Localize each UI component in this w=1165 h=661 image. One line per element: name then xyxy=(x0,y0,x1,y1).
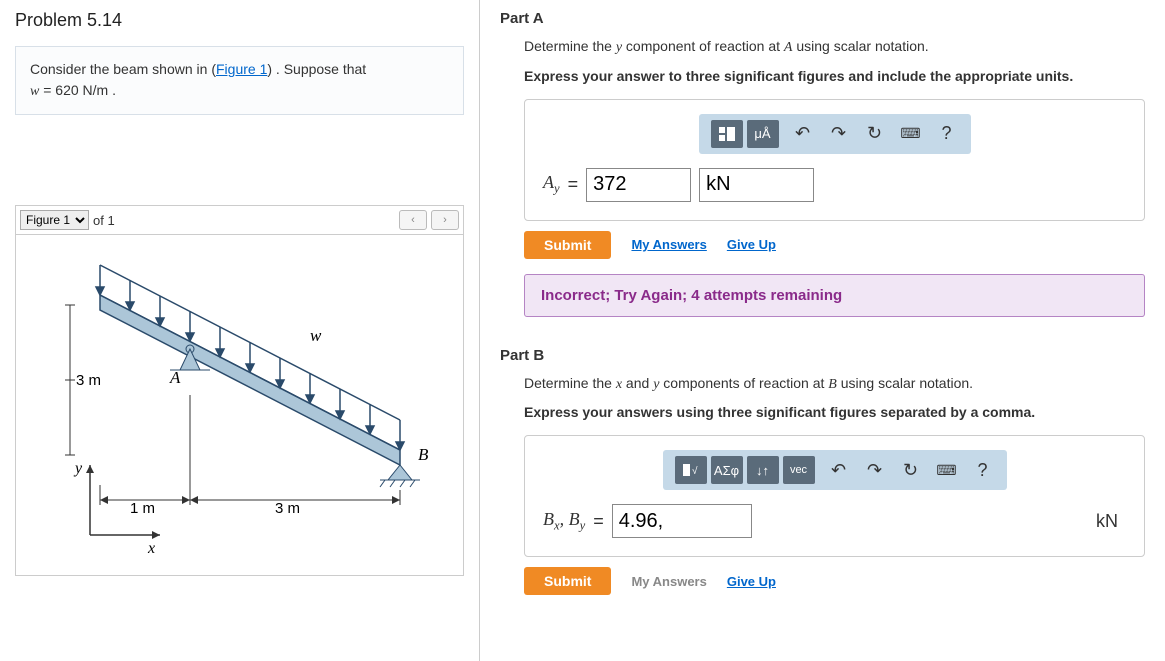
part-a-answer-box: μÅ ↶ ↷ ↻ ⌨ ? Ay = xyxy=(524,99,1145,221)
templates-icon[interactable] xyxy=(711,120,743,148)
part-a-my-answers-link[interactable]: My Answers xyxy=(631,237,706,252)
templates-icon[interactable]: √ xyxy=(675,456,707,484)
part-b-title: Part B xyxy=(500,347,1145,364)
load-label: w xyxy=(310,326,322,345)
part-a-title: Part A xyxy=(500,10,1145,27)
beam-diagram: y x 3 m xyxy=(40,255,440,555)
figure-header: Figure 1 of 1 ‹ › xyxy=(16,206,463,235)
var-bx-by: Bx, By xyxy=(543,509,585,534)
figure-select[interactable]: Figure 1 xyxy=(20,210,89,230)
reset-icon[interactable]: ↻ xyxy=(899,458,923,482)
part-a-instruction: Determine the y component of reaction at… xyxy=(500,37,1145,58)
part-a-toolbar: μÅ ↶ ↷ ↻ ⌨ ? xyxy=(699,114,971,154)
svg-text:√: √ xyxy=(692,465,698,477)
figure-body: y x 3 m xyxy=(16,235,463,575)
keyboard-icon[interactable]: ⌨ xyxy=(935,458,959,482)
part-a-feedback: Incorrect; Try Again; 4 attempts remaini… xyxy=(524,274,1145,317)
figure-count: of 1 xyxy=(93,213,115,228)
vec-icon[interactable]: vec xyxy=(783,456,815,484)
part-b-submit-button[interactable]: Submit xyxy=(524,567,611,595)
dim-3m-v: 3 m xyxy=(76,372,101,389)
reset-icon[interactable]: ↻ xyxy=(863,122,887,146)
part-a-unit-input[interactable] xyxy=(699,168,814,202)
figure-nav: ‹ › xyxy=(399,210,459,230)
undo-icon[interactable]: ↶ xyxy=(827,458,851,482)
part-b-submit-row: Submit My Answers Give Up xyxy=(524,567,1145,595)
symbols-icon[interactable]: ΑΣφ xyxy=(711,456,743,484)
problem-title: Problem 5.14 xyxy=(15,10,464,31)
dim-1m: 1 m xyxy=(130,500,155,517)
help-icon[interactable]: ? xyxy=(935,122,959,146)
units-icon[interactable]: μÅ xyxy=(747,120,779,148)
context-text: ) . Suppose that xyxy=(267,61,366,77)
x-axis-label: x xyxy=(147,540,155,555)
part-b-answer-box: √ ΑΣφ ↓↑ vec ↶ ↷ ↻ ⌨ ? Bx, By = kN xyxy=(524,435,1145,557)
problem-pane: Problem 5.14 Consider the beam shown in … xyxy=(0,0,480,661)
part-a-give-up-link[interactable]: Give Up xyxy=(727,237,776,252)
part-b-value-input[interactable] xyxy=(612,504,752,538)
part-a-answer-row: Ay = xyxy=(543,168,1126,202)
context-text: Consider the beam shown in ( xyxy=(30,61,216,77)
redo-icon[interactable]: ↷ xyxy=(827,122,851,146)
context-box: Consider the beam shown in (Figure 1) . … xyxy=(15,46,464,115)
w-var: w xyxy=(30,84,39,99)
var-ay: Ay xyxy=(543,172,560,197)
updown-icon[interactable]: ↓↑ xyxy=(747,456,779,484)
point-b-label: B xyxy=(418,445,429,464)
part-a-format: Express your answer to three significant… xyxy=(500,68,1145,84)
w-value: = 620 N/m . xyxy=(39,82,116,98)
undo-icon[interactable]: ↶ xyxy=(791,122,815,146)
part-b-answer-row: Bx, By = kN xyxy=(543,504,1126,538)
dim-3m-h: 3 m xyxy=(275,500,300,517)
figure-link[interactable]: Figure 1 xyxy=(216,61,267,77)
part-b-give-up-link[interactable]: Give Up xyxy=(727,574,776,589)
part-b-my-answers-link[interactable]: My Answers xyxy=(631,574,706,589)
part-b-format: Express your answers using three signifi… xyxy=(500,404,1145,420)
part-a-value-input[interactable] xyxy=(586,168,691,202)
part-b-toolbar: √ ΑΣφ ↓↑ vec ↶ ↷ ↻ ⌨ ? xyxy=(663,450,1007,490)
answers-pane: Part A Determine the y component of reac… xyxy=(480,0,1165,661)
prev-figure-button[interactable]: ‹ xyxy=(399,210,427,230)
part-b-instruction: Determine the x and y components of reac… xyxy=(500,374,1145,395)
y-axis-label: y xyxy=(73,460,83,477)
point-a-label: A xyxy=(169,368,181,387)
figure-panel: Figure 1 of 1 ‹ › y x 3 m xyxy=(15,205,464,576)
part-a-submit-row: Submit My Answers Give Up xyxy=(524,231,1145,259)
part-b-unit: kN xyxy=(1096,511,1126,532)
next-figure-button[interactable]: › xyxy=(431,210,459,230)
help-icon[interactable]: ? xyxy=(971,458,995,482)
redo-icon[interactable]: ↷ xyxy=(863,458,887,482)
keyboard-icon[interactable]: ⌨ xyxy=(899,122,923,146)
part-a-submit-button[interactable]: Submit xyxy=(524,231,611,259)
